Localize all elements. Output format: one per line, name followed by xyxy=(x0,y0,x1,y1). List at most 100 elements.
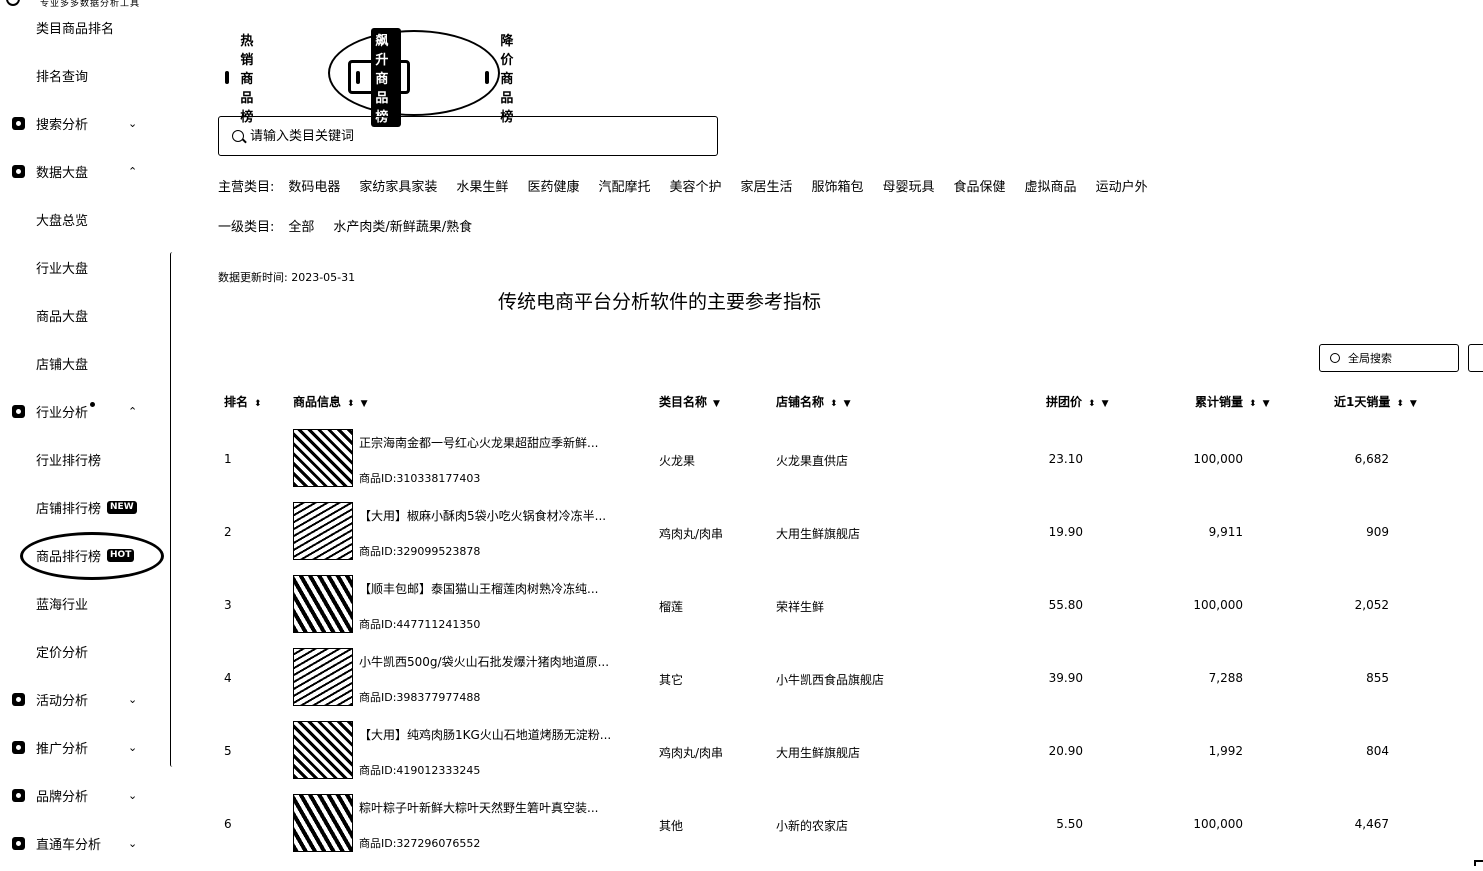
search-icon xyxy=(1330,353,1340,363)
column-header-rank[interactable]: 排名 ⬍ xyxy=(224,393,262,410)
shop-cell[interactable]: 火龙果直供店 xyxy=(776,452,848,469)
table-row[interactable]: 6 粽叶粽子叶新鲜大粽叶天然野生箬叶真空装... 商品ID:327296076552… xyxy=(0,792,1483,865)
tab-label: 降价商品榜 xyxy=(500,33,514,125)
main-category-option[interactable]: 服饰箱包 xyxy=(812,176,864,195)
filter-icon[interactable]: ▼ xyxy=(844,399,851,409)
product-thumbnail[interactable] xyxy=(293,575,353,633)
product-title-link[interactable]: 【大用】纯鸡肉肠1KG火山石地道烤肠无淀粉... xyxy=(359,726,611,743)
main-category-option[interactable]: 水果生鲜 xyxy=(456,176,508,195)
column-header-day-sales[interactable]: 近1天销量 ⬍ ▼ xyxy=(1334,393,1417,410)
sidebar-item-4[interactable]: 大盘总览 xyxy=(0,204,175,234)
column-header-label: 累计销量 xyxy=(1195,395,1244,409)
filter-icon[interactable]: ▼ xyxy=(1263,399,1270,409)
shop-cell[interactable]: 荣祥生鲜 xyxy=(776,598,824,615)
price-cell: 19.90 xyxy=(1048,525,1083,539)
shop-cell[interactable]: 大用生鲜旗舰店 xyxy=(776,744,860,761)
main-category-option[interactable]: 汽配摩托 xyxy=(598,176,650,195)
total-sales-cell: 100,000 xyxy=(1193,452,1243,466)
product-title-link[interactable]: 【顺丰包邮】泰国猫山王榴莲肉树熟冷冻纯... xyxy=(359,580,598,597)
rank-cell: 6 xyxy=(224,817,232,831)
page-heading: 传统电商平台分析软件的主要参考指标 xyxy=(498,291,822,313)
table-row[interactable]: 1 正宗海南金都一号红心火龙果超甜应季新鲜... 商品ID:310338177403… xyxy=(0,427,1483,500)
product-thumbnail[interactable] xyxy=(293,648,353,706)
sidebar-item-5[interactable]: 行业大盘 xyxy=(0,252,175,282)
product-title-link[interactable]: 【大用】椒麻小酥肉5袋小吃火锅食材冷冻半... xyxy=(359,507,606,524)
sidebar-item-label: 大盘总览 xyxy=(36,213,89,229)
product-title-link[interactable]: 正宗海南金都一号红心火龙果超甜应季新鲜... xyxy=(359,434,598,451)
chevron-up-icon[interactable]: ⌃ xyxy=(128,405,137,418)
sort-icon[interactable]: ⬍ xyxy=(830,399,838,409)
product-id: 商品ID:310338177403 xyxy=(359,472,481,485)
main-category-option[interactable]: 数码电器 xyxy=(288,176,340,195)
shop-cell[interactable]: 小新的农家店 xyxy=(776,817,848,834)
main-category-option[interactable]: 运动户外 xyxy=(1096,176,1148,195)
main-category-option[interactable]: 医药健康 xyxy=(527,176,579,195)
column-header-shop[interactable]: 店铺名称 ⬍ ▼ xyxy=(776,393,850,410)
sidebar-item-7[interactable]: 店铺大盘 xyxy=(0,348,175,378)
shop-cell[interactable]: 小牛凯西食品旗舰店 xyxy=(776,671,884,688)
level1-category-label: 一级类目: xyxy=(218,220,275,235)
sort-icon[interactable]: ⬍ xyxy=(1249,399,1257,409)
column-header-price[interactable]: 拼团价 ⬍ ▼ xyxy=(1046,393,1108,410)
main-category-option[interactable]: 母婴玩具 xyxy=(883,176,935,195)
filter-icon[interactable]: ▼ xyxy=(361,399,368,409)
total-sales-cell: 7,288 xyxy=(1208,671,1243,685)
sidebar-item-label: 类目商品排名 xyxy=(36,21,115,37)
tab-price-drop[interactable]: 降价商品榜 xyxy=(485,34,522,125)
rank-cell: 2 xyxy=(224,525,232,539)
product-thumbnail[interactable] xyxy=(293,721,353,779)
filter-icon[interactable]: ▼ xyxy=(1410,399,1417,409)
table-settings-button[interactable] xyxy=(1468,344,1483,372)
main-category-option[interactable]: 虚拟商品 xyxy=(1025,176,1077,195)
sort-icon[interactable]: ⬍ xyxy=(1088,399,1096,409)
tab-hot-sales[interactable]: 热销商品榜 xyxy=(225,34,262,125)
main-category-option[interactable]: 美容个护 xyxy=(669,176,721,195)
fire-icon xyxy=(225,70,235,84)
column-header-label: 类目名称 xyxy=(659,395,708,409)
sidebar-item-label: 店铺大盘 xyxy=(36,357,89,373)
main-category-option[interactable]: 食品保健 xyxy=(954,176,1006,195)
sidebar-item-label: 商品大盘 xyxy=(36,309,89,325)
column-header-product[interactable]: 商品信息 ⬍ ▼ xyxy=(293,393,367,410)
sidebar-item-1[interactable]: 排名查询 xyxy=(0,60,175,90)
sidebar-item-6[interactable]: 商品大盘 xyxy=(0,300,175,330)
product-title-link[interactable]: 粽叶粽子叶新鲜大粽叶天然野生箬叶真空装... xyxy=(359,799,598,816)
sidebar-item-3[interactable]: 数据大盘 ⌃ xyxy=(0,156,175,186)
filter-icon[interactable]: ▼ xyxy=(713,399,720,409)
day-sales-cell: 4,467 xyxy=(1354,817,1389,831)
product-thumbnail[interactable] xyxy=(293,429,353,487)
search-icon xyxy=(232,130,244,142)
filter-icon[interactable]: ▼ xyxy=(1102,399,1109,409)
column-header-category[interactable]: 类目名称 ▼ xyxy=(659,393,720,410)
sidebar-item-0[interactable]: 类目商品排名 xyxy=(0,12,175,42)
sidebar-item-8[interactable]: 行业分析 ⌃ xyxy=(0,396,175,426)
table-row[interactable]: 2 【大用】椒麻小酥肉5袋小吃火锅食材冷冻半... 商品ID:32909952387… xyxy=(0,500,1483,573)
day-sales-cell: 909 xyxy=(1366,525,1389,539)
main-category-option[interactable]: 家纺家具家装 xyxy=(359,176,437,195)
table-row[interactable]: 4 小牛凯西500g/袋火山石批发爆汁猪肉地道原... 商品ID:398377977… xyxy=(0,646,1483,719)
table-row[interactable]: 3 【顺丰包邮】泰国猫山王榴莲肉树熟冷冻纯... 商品ID:447711241350… xyxy=(0,573,1483,646)
main-category-option[interactable]: 家居生活 xyxy=(740,176,792,195)
sort-icon[interactable]: ⬍ xyxy=(254,399,262,409)
tab-rising[interactable]: 飙升商品榜 xyxy=(348,27,411,127)
level1-category-option[interactable]: 全部 xyxy=(288,216,314,235)
product-title-link[interactable]: 小牛凯西500g/袋火山石批发爆汁猪肉地道原... xyxy=(359,653,609,670)
sort-icon[interactable]: ⬍ xyxy=(1396,399,1404,409)
product-thumbnail[interactable] xyxy=(293,502,353,560)
level1-category-option[interactable]: 水产肉类/新鲜蔬果/熟食 xyxy=(333,216,472,235)
chevron-up-icon[interactable]: ⌃ xyxy=(128,165,137,178)
chevron-down-icon[interactable]: ⌄ xyxy=(128,117,137,130)
global-search-box[interactable]: 全局搜索 xyxy=(1319,344,1459,372)
day-sales-cell: 6,682 xyxy=(1354,452,1389,466)
shop-cell[interactable]: 大用生鲜旗舰店 xyxy=(776,525,860,542)
column-header-total-sales[interactable]: 累计销量 ⬍ ▼ xyxy=(1195,393,1269,410)
sort-icon[interactable]: ⬍ xyxy=(347,399,355,409)
product-thumbnail[interactable] xyxy=(293,794,353,852)
sidebar-item-2[interactable]: 搜索分析 ⌄ xyxy=(0,108,175,138)
table-row[interactable]: 5 【大用】纯鸡肉肠1KG火山石地道烤肠无淀粉... 商品ID:4190123332… xyxy=(0,719,1483,792)
category-cell: 其它 xyxy=(659,673,684,687)
column-header-label: 近1天销量 xyxy=(1334,395,1391,409)
level1-category-filter: 一级类目: 全部 水产肉类/新鲜蔬果/熟食 xyxy=(218,216,491,235)
price-cell: 55.80 xyxy=(1048,598,1083,612)
category-search-input[interactable] xyxy=(250,128,690,144)
